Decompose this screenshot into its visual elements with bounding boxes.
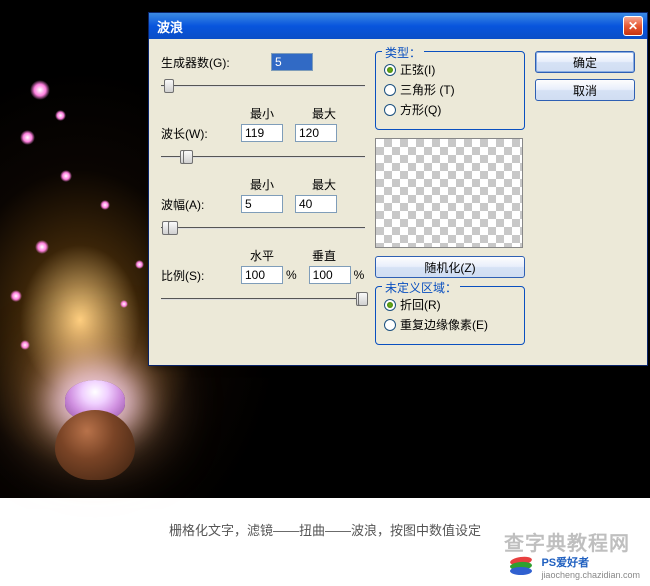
close-icon: ✕ [628, 19, 638, 33]
col-vert-label: 垂直 [303, 247, 345, 264]
undef-group-title: 未定义区域： [382, 279, 460, 296]
radio-sine[interactable]: 正弦(I) [384, 61, 516, 78]
site-logo: PS爱好者 jiaocheng.chazidian.com [507, 554, 640, 580]
radio-wrap[interactable]: 折回(R) [384, 296, 516, 313]
sparkle [10, 290, 22, 302]
radio-repeat[interactable]: 重复边缘像素(E) [384, 316, 516, 333]
cancel-button[interactable]: 取消 [535, 79, 635, 101]
radio-triangle[interactable]: 三角形 (T) [384, 81, 516, 98]
col-min-label-2: 最小 [241, 176, 283, 193]
wavelength-label: 波长(W): [161, 125, 241, 142]
radio-icon [384, 84, 396, 96]
amplitude-slider[interactable] [161, 219, 365, 237]
col-max-label: 最大 [303, 105, 345, 122]
generators-input[interactable] [271, 53, 313, 71]
col-max-label-2: 最大 [303, 176, 345, 193]
radio-icon [384, 299, 396, 311]
pct-label-2: % [354, 268, 365, 282]
radio-square-label: 方形(Q) [400, 101, 441, 118]
radio-icon [384, 104, 396, 116]
sparkle [60, 170, 72, 182]
scale-v-input[interactable] [309, 266, 351, 284]
generators-slider[interactable] [161, 77, 365, 95]
radio-repeat-label: 重复边缘像素(E) [400, 316, 488, 333]
amplitude-max-input[interactable] [295, 195, 337, 213]
sparkle [135, 260, 144, 269]
type-group-title: 类型： [382, 44, 424, 61]
watermark-text: 查字典教程网 [504, 527, 630, 556]
wavelength-max-input[interactable] [295, 124, 337, 142]
sparkle [100, 200, 110, 210]
type-groupbox: 类型： 正弦(I) 三角形 (T) 方形(Q) [375, 51, 525, 130]
col-min-label: 最小 [241, 105, 283, 122]
radio-sine-label: 正弦(I) [400, 61, 435, 78]
radio-wrap-label: 折回(R) [400, 296, 441, 313]
sparkle [20, 340, 30, 350]
middle-panel: 类型： 正弦(I) 三角形 (T) 方形(Q) 随机化(Z) [375, 51, 525, 353]
scale-slider[interactable] [161, 290, 365, 308]
generators-label: 生成器数(G): [161, 54, 241, 71]
scale-label: 比例(S): [161, 267, 241, 284]
ok-button[interactable]: 确定 [535, 51, 635, 73]
logo-subtitle: jiaocheng.chazidian.com [541, 570, 640, 580]
sparkle [20, 130, 35, 145]
sparkle [35, 240, 49, 254]
radio-square[interactable]: 方形(Q) [384, 101, 516, 118]
radio-icon [384, 319, 396, 331]
randomize-label: 随机化(Z) [424, 259, 475, 276]
amplitude-label: 波幅(A): [161, 196, 241, 213]
logo-icon [507, 557, 535, 577]
wavelength-min-input[interactable] [241, 124, 283, 142]
titlebar[interactable]: 波浪 ✕ [149, 13, 647, 39]
pct-label: % [286, 268, 297, 282]
cancel-label: 取消 [573, 82, 597, 99]
sparkle [120, 300, 128, 308]
close-button[interactable]: ✕ [623, 16, 643, 36]
randomize-button[interactable]: 随机化(Z) [375, 256, 525, 278]
left-panel: 生成器数(G): 最小 最大 波长(W): [161, 51, 365, 353]
ok-label: 确定 [573, 54, 597, 71]
magic-pot [50, 370, 140, 480]
radio-icon [384, 64, 396, 76]
wavelength-slider[interactable] [161, 148, 365, 166]
radio-triangle-label: 三角形 (T) [400, 81, 455, 98]
sparkle [55, 110, 66, 121]
preview-area [375, 138, 523, 248]
wave-dialog: 波浪 ✕ 生成器数(G): 最小 最大 波长(W): [148, 12, 648, 366]
col-horiz-label: 水平 [241, 247, 283, 264]
logo-title: PS爱好者 [541, 554, 640, 570]
scale-h-input[interactable] [241, 266, 283, 284]
sparkle [30, 80, 50, 100]
amplitude-min-input[interactable] [241, 195, 283, 213]
undef-groupbox: 未定义区域： 折回(R) 重复边缘像素(E) [375, 286, 525, 345]
right-panel: 确定 取消 [535, 51, 635, 353]
dialog-title: 波浪 [157, 17, 183, 36]
